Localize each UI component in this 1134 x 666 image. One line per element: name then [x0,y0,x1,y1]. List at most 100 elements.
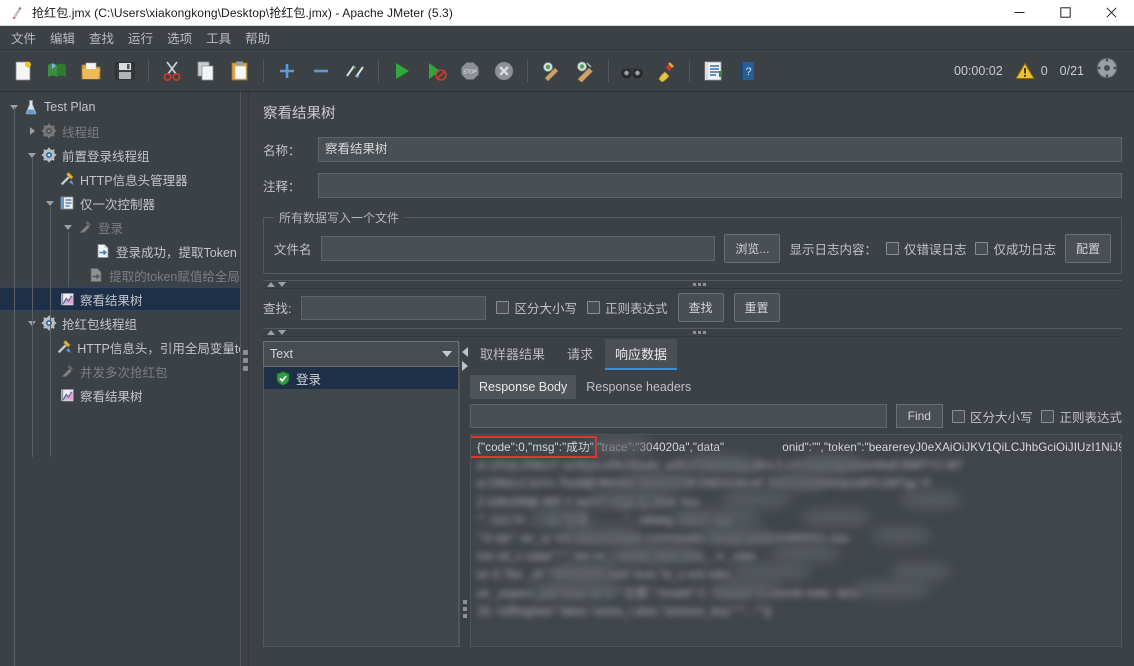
menu-help[interactable]: 帮助 [238,25,277,50]
tree-toggle-right-icon[interactable] [24,123,40,139]
horizontal-splitter-top[interactable] [263,280,1122,289]
redaction-smudge [561,527,641,544]
new-icon[interactable] [8,56,38,86]
menu-options[interactable]: 选项 [160,25,199,50]
maximize-button[interactable] [1042,0,1088,26]
checkbox-box[interactable] [496,301,510,314]
renderer-select[interactable]: Text [263,341,459,367]
main-split: Test Plan 线程组 前置登录线程组 HTTP信息头管理器 仅一次控制器 登录 登录成… [0,92,1134,666]
tree-item-6[interactable]: 登录成功，提取Token [0,239,240,263]
tree-item-4[interactable]: 仅一次控制器 [0,191,240,215]
menu-run[interactable]: 运行 [121,25,160,50]
clear-icon[interactable] [536,56,566,86]
response-main-tabs[interactable]: 取样器结果 请求 响应数据 [470,339,1122,370]
tab-1[interactable]: 请求 [557,339,603,369]
errors-only-checkbox[interactable]: 仅错误日志 [885,239,966,258]
tab-0[interactable]: 取样器结果 [470,339,555,369]
subtab-1[interactable]: Response headers [577,375,700,399]
regex-checkbox[interactable]: 正则表达式 [587,298,668,317]
results-splitter[interactable] [459,341,470,647]
collapse-right-arrow-icon[interactable] [462,361,468,371]
shutdown-icon[interactable] [489,56,519,86]
tab-2[interactable]: 响应数据 [605,339,678,370]
subtab-0[interactable]: Response Body [470,375,577,399]
checkbox-box[interactable] [1041,409,1055,423]
tree-panel-splitter[interactable] [240,92,249,666]
tree-item-2[interactable]: 前置登录线程组 [0,143,240,167]
filename-input[interactable] [320,236,716,261]
menu-file[interactable]: 文件 [4,25,43,50]
cut-icon[interactable] [157,56,187,86]
menu-tools[interactable]: 工具 [199,25,238,50]
search-reset-icon[interactable] [651,56,681,86]
splitter-arrows[interactable] [267,280,286,287]
response-pane: 取样器结果 请求 响应数据 Response Body Response header… [470,339,1122,647]
tree-guide-line [32,157,33,457]
splitter-arrows[interactable] [267,328,286,335]
reset-button[interactable]: 重置 [733,293,780,322]
tree-item-1[interactable]: 线程组 [0,119,240,143]
tree-item-8[interactable]: 察看结果树 [0,287,240,311]
save-icon[interactable] [110,56,140,86]
reset-gauge-icon[interactable] [1096,57,1118,84]
window-title: 抢红包.jmx (C:\Users\xiakongkong\Desktop\抢红… [32,6,453,20]
tree-item-11[interactable]: 并发多次抢红包 [0,359,240,383]
response-body-text[interactable]: {"code":0,"msg":"成功","trace":"304020a","… [470,434,1122,647]
name-input[interactable]: 察看结果树 [318,137,1122,162]
tree-item-label: 察看结果树 [80,293,143,308]
close-button[interactable] [1088,0,1134,26]
filename-label: 文件名 [274,243,312,257]
menu-edit[interactable]: 编辑 [43,25,82,50]
configure-button[interactable]: 配置 [1064,234,1111,263]
sampler-result-list[interactable]: 登录 [263,367,459,647]
find-regex-checkbox[interactable]: 正则表达式 [1041,407,1122,426]
tree-item-9[interactable]: 抢红包线程组 [0,311,240,335]
start-icon[interactable] [387,56,417,86]
browse-button[interactable]: 浏览... [724,234,781,263]
success-only-checkbox[interactable]: 仅成功日志 [975,239,1056,258]
templates-icon[interactable] [42,56,72,86]
tree-item-12[interactable]: 察看结果树 [0,383,240,407]
tree-item-label: HTTP信息头管理器 [80,173,188,188]
tree-item-0[interactable]: Test Plan [0,95,240,119]
checkbox-box[interactable] [885,242,899,255]
find-button[interactable]: Find [895,404,943,428]
collapse-all-icon[interactable] [306,56,336,86]
checkbox-box[interactable] [975,242,989,255]
horizontal-splitter-bottom[interactable] [263,328,1122,337]
find-input[interactable] [470,404,887,428]
menu-search[interactable]: 查找 [82,25,121,50]
function-helper-icon[interactable] [698,56,728,86]
tree-item-10[interactable]: HTTP信息头，引用全局变量tok [0,335,240,359]
start-no-pause-icon[interactable] [421,56,451,86]
find-case-sensitive-checkbox[interactable]: 区分大小写 [951,407,1032,426]
tree-item-3[interactable]: HTTP信息头管理器 [0,167,240,191]
minimize-button[interactable] [996,0,1042,26]
search-button[interactable]: 查找 [677,293,724,322]
case-sensitive-checkbox[interactable]: 区分大小写 [496,298,577,317]
response-sub-tabs[interactable]: Response Body Response headers [470,375,1122,399]
search-icon[interactable] [617,56,647,86]
paste-icon[interactable] [225,56,255,86]
stop-icon[interactable]: STOP [455,56,485,86]
comment-input[interactable] [318,173,1122,198]
checkbox-box[interactable] [587,301,600,314]
expand-all-icon[interactable] [272,56,302,86]
search-input[interactable] [301,295,487,320]
clear-all-icon[interactable] [570,56,600,86]
checkbox-box[interactable] [951,409,965,423]
regex-label: 正则表达式 [605,302,668,316]
list-item[interactable]: 登录 [264,367,458,389]
toggle-icon[interactable] [340,56,370,86]
help-icon[interactable]: ? [732,56,762,86]
tree-item-label: 线程组 [62,125,100,140]
copy-icon[interactable] [191,56,221,86]
open-icon[interactable] [76,56,106,86]
tree-item-7[interactable]: 提取的token赋值给全局变 [0,263,240,287]
redaction-smudge [721,491,791,508]
test-plan-tree[interactable]: Test Plan 线程组前置登录线程组 HTTP信息头管理器仅一次控制器 登录 登录成… [0,92,240,666]
collapse-left-arrow-icon[interactable] [462,347,468,357]
warning-indicator[interactable]: 0 [1014,62,1048,80]
tree-item-5[interactable]: 登录 [0,215,240,239]
